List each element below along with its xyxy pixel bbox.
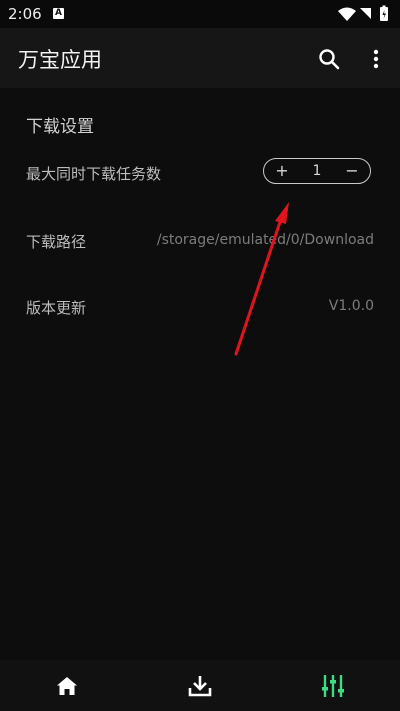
max-downloads-label: 最大同时下载任务数 — [26, 165, 162, 183]
download-path-label: 下载路径 — [26, 233, 87, 251]
increment-button[interactable]: + — [274, 163, 290, 179]
version-update-label: 版本更新 — [26, 299, 87, 317]
status-bar: 2:06 A — [0, 0, 400, 28]
notification-a-icon: A — [53, 8, 64, 19]
bottom-navigation — [0, 660, 400, 711]
status-time: 2:06 — [8, 5, 42, 23]
max-downloads-stepper[interactable]: + 1 − — [263, 158, 371, 184]
app-title: 万宝应用 — [18, 48, 102, 72]
status-icons — [336, 5, 392, 23]
wifi-battery-icons — [338, 5, 388, 21]
search-icon — [319, 49, 340, 70]
app-bar: 万宝应用 — [0, 28, 400, 88]
settings-sliders-icon — [322, 674, 345, 697]
nav-settings[interactable] — [313, 666, 353, 706]
home-icon — [56, 676, 77, 695]
max-downloads-value: 1 — [312, 163, 322, 179]
annotation-arrow-icon — [234, 202, 289, 356]
more-vert-icon — [373, 49, 379, 69]
decrement-button[interactable]: − — [344, 163, 360, 179]
nav-home[interactable] — [47, 666, 87, 706]
section-title-download-settings: 下载设置 — [26, 117, 94, 137]
download-path-value[interactable]: /storage/emulated/0/Download — [157, 232, 374, 248]
signal-icon — [360, 8, 371, 19]
nav-downloads[interactable] — [180, 666, 220, 706]
wifi-icon — [338, 7, 356, 21]
more-options-button[interactable] — [363, 46, 389, 72]
version-value[interactable]: V1.0.0 — [329, 298, 374, 314]
download-icon — [188, 675, 212, 696]
search-button[interactable] — [316, 46, 342, 72]
